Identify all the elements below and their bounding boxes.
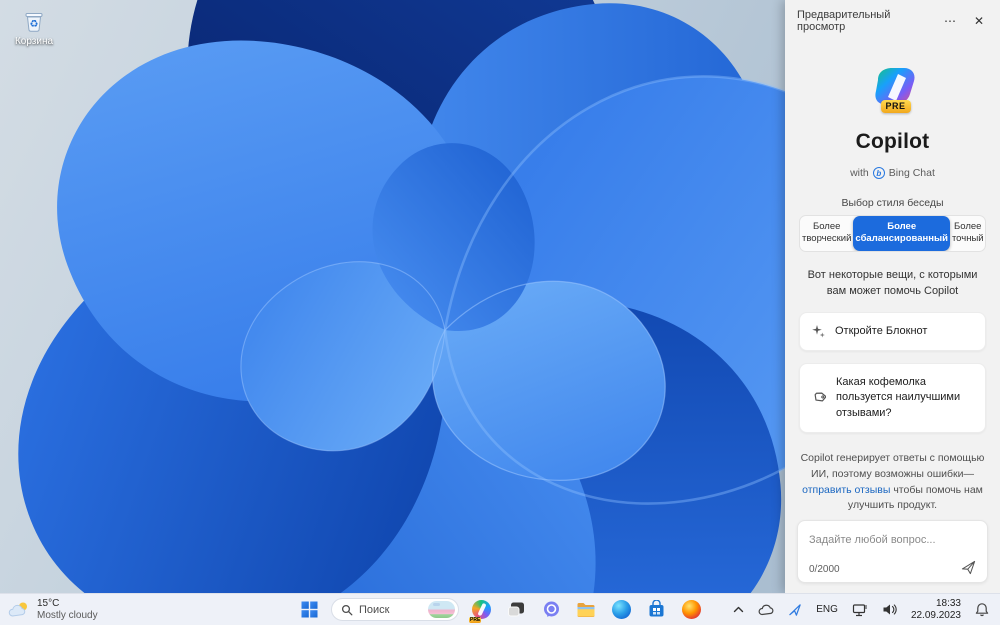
network-button[interactable] (847, 600, 873, 620)
language-button[interactable]: ENG (811, 601, 843, 618)
tray-time: 18:33 (911, 598, 961, 610)
search-icon (341, 604, 353, 616)
sparkle-icon (812, 325, 825, 338)
network-icon (852, 603, 868, 617)
location-button[interactable] (783, 600, 807, 620)
volume-button[interactable] (877, 600, 902, 619)
suggestion-card-coffee-grinder[interactable]: Какая кофемолка пользуется наилучшими от… (799, 363, 986, 433)
taskbar-center: Поиск PRE (296, 594, 704, 625)
suggestion-text: Откройте Блокнот (835, 324, 927, 339)
onedrive-button[interactable] (753, 601, 779, 619)
screen: ♻ Корзина Предварительный просмотр ⋯ ✕ (0, 0, 1000, 625)
location-arrow-icon (788, 603, 802, 617)
edge-button[interactable] (608, 597, 634, 623)
file-explorer-icon (576, 600, 596, 620)
windows-logo-icon (301, 601, 318, 618)
bing-chat-subtitle: with b Bing Chat (799, 167, 986, 179)
speaker-icon (882, 603, 897, 616)
firefox-icon (682, 600, 701, 619)
tag-icon (812, 391, 826, 405)
pre-mini-badge: PRE (469, 617, 481, 623)
desktop: ♻ Корзина (0, 0, 785, 593)
style-selector-label: Выбор стиля беседы (799, 197, 986, 209)
tray-date: 22.09.2023 (911, 610, 961, 622)
taskbar-search[interactable]: Поиск (331, 598, 459, 621)
svg-text:♻: ♻ (30, 19, 39, 30)
hidden-icons-button[interactable] (728, 602, 749, 617)
intro-text: Вот некоторые вещи, с которыми вам может… (799, 268, 986, 300)
weather-widget[interactable]: 15°C Mostly cloudy (0, 594, 106, 625)
more-options-button[interactable]: ⋯ (940, 14, 960, 28)
weather-temperature: 15°C (37, 598, 98, 610)
style-option-creative[interactable]: Более творческий (800, 216, 853, 251)
char-counter: 0/2000 (809, 564, 840, 575)
start-button[interactable] (296, 597, 322, 623)
taskbar: 15°C Mostly cloudy (0, 593, 1000, 625)
copilot-panel: Предварительный просмотр ⋯ ✕ (785, 0, 1000, 593)
search-placeholder-text: Поиск (359, 604, 422, 616)
recycle-bin-icon: ♻ (21, 8, 47, 35)
teams-chat-button[interactable] (538, 597, 564, 623)
conversation-style-selector: Более творческий Более сбалансированный … (799, 215, 986, 252)
task-view-button[interactable] (503, 597, 529, 623)
subtitle-prefix: with (850, 167, 869, 179)
suggestion-card-notepad[interactable]: Откройте Блокнот (799, 312, 986, 351)
clock-button[interactable]: 18:33 22.09.2023 (906, 595, 966, 625)
microsoft-store-button[interactable] (643, 597, 669, 623)
paper-plane-icon (961, 560, 976, 575)
panel-title: Предварительный просмотр (797, 9, 940, 33)
system-tray: ENG 18:33 22.09.2023 (728, 594, 1000, 625)
close-panel-button[interactable]: ✕ (970, 14, 988, 28)
disclaimer-before: Copilot генерирует ответы с помощью ИИ, … (801, 452, 985, 480)
microsoft-store-icon (647, 600, 666, 619)
copilot-title: Copilot (799, 130, 986, 154)
panel-body: PRE Copilot with b Bing Chat Выбор стиля… (785, 40, 1000, 593)
recycle-bin-label: Корзина (8, 36, 60, 47)
copilot-logo: PRE (867, 66, 919, 120)
chevron-up-icon (733, 605, 744, 614)
file-explorer-button[interactable] (573, 597, 599, 623)
recycle-bin-shortcut[interactable]: ♻ Корзина (8, 8, 60, 47)
edge-icon (612, 600, 631, 619)
bing-icon: b (873, 167, 885, 179)
composer: 0/2000 (797, 520, 988, 583)
chat-input[interactable] (809, 534, 976, 546)
notification-bell-icon (975, 602, 989, 617)
teams-chat-icon (542, 600, 561, 619)
bing-daily-image (428, 601, 455, 618)
weather-condition: Mostly cloudy (37, 610, 98, 622)
ai-disclaimer: Copilot генерирует ответы с помощью ИИ, … (799, 451, 986, 514)
notifications-button[interactable] (970, 599, 994, 620)
copilot-taskbar-button[interactable]: PRE (468, 597, 494, 623)
style-option-balanced[interactable]: Более сбалансированный (853, 216, 950, 251)
pre-badge: PRE (881, 100, 911, 113)
firefox-button[interactable] (678, 597, 704, 623)
wallpaper-bloom (0, 0, 785, 593)
suggestion-text: Какая кофемолка пользуется наилучшими от… (836, 375, 973, 421)
subtitle-brand: Bing Chat (889, 167, 935, 179)
partly-cloudy-icon (8, 601, 32, 619)
send-button[interactable] (961, 560, 976, 575)
panel-header: Предварительный просмотр ⋯ ✕ (785, 0, 1000, 40)
task-view-icon (507, 600, 526, 619)
style-option-precise[interactable]: Более точный (950, 216, 986, 251)
send-feedback-link[interactable]: отправить отзывы (802, 484, 890, 496)
cloud-icon (758, 604, 774, 616)
language-indicator: ENG (816, 604, 838, 615)
composer-footer: 0/2000 (809, 560, 976, 575)
